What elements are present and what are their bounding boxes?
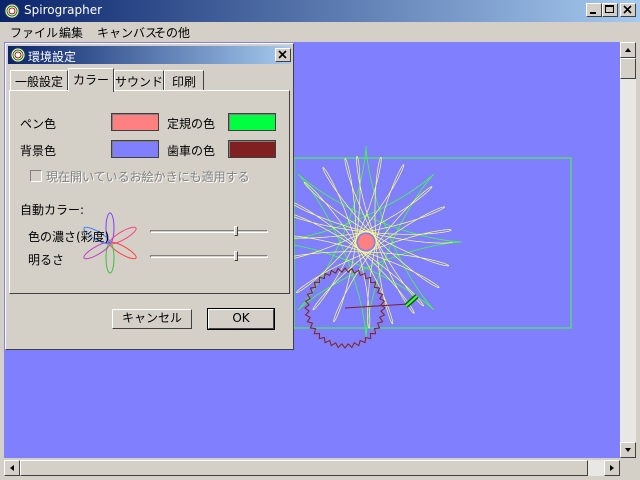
menu-other[interactable]: その他 bbox=[154, 24, 190, 41]
scroll-left-button[interactable] bbox=[4, 460, 20, 476]
apply-to-open-checkbox[interactable] bbox=[30, 170, 42, 182]
scroll-corner bbox=[620, 460, 636, 476]
arrow-up-icon bbox=[625, 48, 631, 52]
spiro-app-icon bbox=[10, 47, 26, 63]
menu-edit[interactable]: 編集 bbox=[59, 24, 83, 41]
brightness-label: 明るさ bbox=[28, 253, 65, 267]
tab-print[interactable]: 印刷 bbox=[164, 70, 204, 90]
menu-bar: ファイル 編集 キャンバス その他 bbox=[0, 22, 640, 42]
gear-arm bbox=[344, 303, 410, 309]
scroll-up-button[interactable] bbox=[620, 42, 636, 58]
close-icon bbox=[623, 5, 632, 14]
dialog-title: 環境設定 bbox=[28, 50, 77, 64]
close-icon bbox=[278, 50, 287, 59]
saturation-slider[interactable] bbox=[150, 230, 268, 233]
menu-file[interactable]: ファイル bbox=[10, 24, 58, 41]
maximize-button[interactable] bbox=[602, 3, 618, 17]
brightness-slider[interactable] bbox=[150, 255, 268, 258]
pen-color-swatch[interactable] bbox=[111, 113, 159, 131]
background-color-label: 背景色 bbox=[20, 144, 57, 158]
pattern-center bbox=[358, 234, 374, 250]
pen-icon bbox=[404, 294, 419, 308]
cancel-button[interactable]: キャンセル bbox=[112, 309, 192, 329]
auto-color-heading: 自動カラー: bbox=[20, 203, 85, 217]
tab-general[interactable]: 一般設定 bbox=[10, 70, 68, 90]
dialog-title-bar[interactable]: 環境設定 bbox=[8, 46, 291, 64]
window-title: Spirographer bbox=[24, 3, 103, 17]
dialog-close-button[interactable] bbox=[275, 48, 291, 62]
arrow-right-icon bbox=[610, 465, 614, 471]
brightness-slider-thumb[interactable] bbox=[234, 251, 239, 261]
close-button[interactable] bbox=[620, 3, 636, 17]
saturation-label: 色の濃さ(彩度) bbox=[28, 230, 110, 244]
arrow-down-icon bbox=[625, 448, 631, 452]
scroll-right-button[interactable] bbox=[604, 460, 620, 476]
ruler-color-swatch[interactable] bbox=[228, 113, 276, 131]
color-tab-panel: ペン色 定規の色 背景色 歯車の色 現在開いているお絵かきにも適用する 自動カラ… bbox=[9, 90, 290, 294]
ok-button[interactable]: OK bbox=[207, 308, 275, 330]
title-bar[interactable]: Spirographer bbox=[0, 0, 640, 22]
app-window: Spirographer ファイル 編集 キャンバス その他 環境設定 一般設定… bbox=[0, 0, 640, 480]
background-color-swatch[interactable] bbox=[111, 140, 159, 158]
vertical-scroll-thumb[interactable] bbox=[620, 58, 636, 79]
minimize-button[interactable] bbox=[586, 3, 602, 17]
gear-color-swatch[interactable] bbox=[228, 140, 276, 158]
apply-to-open-label: 現在開いているお絵かきにも適用する bbox=[46, 170, 250, 184]
arrow-left-icon bbox=[10, 465, 14, 471]
vertical-scrollbar[interactable] bbox=[620, 42, 636, 458]
horizontal-scroll-thumb[interactable] bbox=[20, 460, 588, 476]
saturation-slider-thumb[interactable] bbox=[234, 226, 239, 236]
menu-canvas[interactable]: キャンバス bbox=[97, 24, 157, 41]
ruler-color-label: 定規の色 bbox=[167, 117, 216, 131]
preferences-dialog: 環境設定 一般設定 カラー サウンド 印刷 ペン色 定規の色 背景色 歯車の色 … bbox=[5, 43, 294, 350]
scroll-down-button[interactable] bbox=[620, 442, 636, 458]
horizontal-scrollbar[interactable] bbox=[4, 460, 620, 476]
pen-color-label: ペン色 bbox=[20, 117, 57, 131]
tab-sound[interactable]: サウンド bbox=[114, 70, 164, 90]
spiro-app-icon bbox=[4, 3, 20, 19]
minimize-icon bbox=[590, 12, 596, 14]
gear-color-label: 歯車の色 bbox=[167, 144, 216, 158]
maximize-icon bbox=[605, 5, 614, 13]
tab-color[interactable]: カラー bbox=[68, 68, 114, 92]
